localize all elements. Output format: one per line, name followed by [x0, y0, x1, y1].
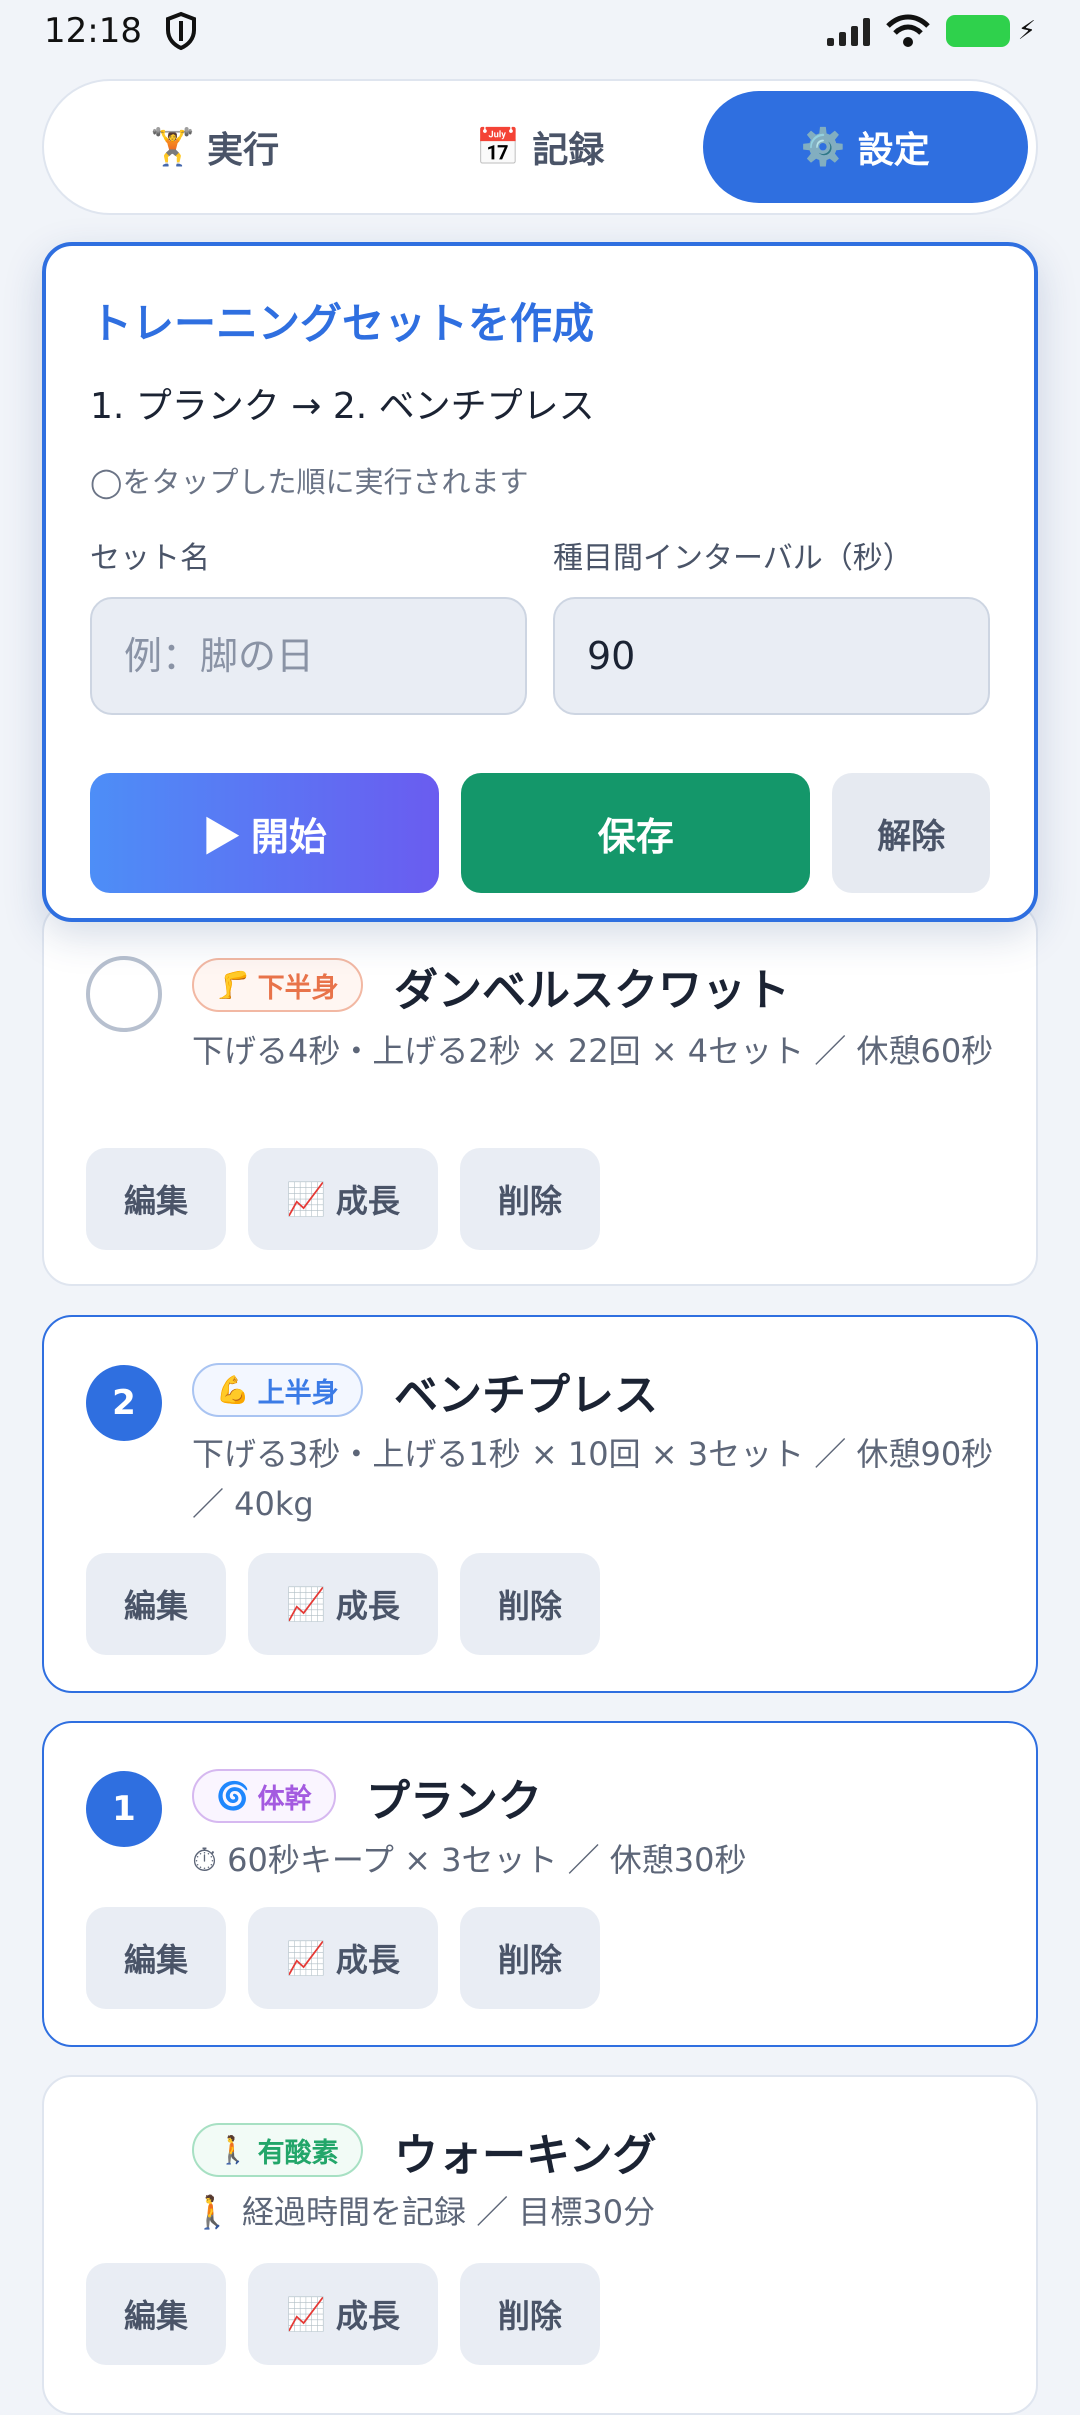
biceps-icon: 💪	[216, 1375, 250, 1406]
tab-settings[interactable]: ⚙️ 設定	[702, 91, 1028, 203]
edit-button[interactable]: 編集	[86, 1907, 227, 2009]
tab-run[interactable]: 🏋️ 実行	[52, 91, 377, 203]
exercise-description: 下げる4秒・上げる2秒 × 22回 × 4セット ／ 休憩60秒	[192, 1032, 994, 1070]
exercise-card: 1 🌀 体幹 プランク ⏱ 60秒キープ × 3セット ／ 休憩30秒 編集 📈…	[42, 1721, 1038, 2047]
growth-button[interactable]: 📈 成長	[248, 1148, 438, 1250]
order-number-circle[interactable]: 1	[86, 1771, 162, 1847]
selected-order: 1. プランク → 2. ベンチプレス	[90, 386, 595, 427]
clear-button[interactable]: 解除	[832, 773, 990, 893]
exercise-name: ベンチプレス	[394, 1370, 658, 1421]
walking-icon: 🚶	[216, 2135, 250, 2166]
interval-label: 種目間インターバル（秒）	[553, 541, 913, 576]
category-badge: 🦵 下半身	[192, 958, 363, 1012]
exercise-name: ウォーキング	[394, 2130, 657, 2181]
status-bar: 12:18 ⚡	[0, 0, 1080, 62]
chart-icon: 📈	[286, 1181, 326, 1217]
growth-label: 成長	[335, 1183, 400, 1219]
signal-icon	[826, 16, 870, 46]
category-badge: 🌀 体幹	[192, 1769, 336, 1823]
category-badge: 💪 上半身	[192, 1363, 363, 1417]
gear-icon: ⚙️	[800, 127, 846, 168]
category-badge: 🚶 有酸素	[192, 2123, 363, 2177]
exercise-card: 🦵 下半身 ダンベルスクワット 下げる4秒・上げる2秒 × 22回 × 4セット…	[42, 902, 1038, 1286]
category-label: 下半身	[257, 972, 339, 1004]
calendar-icon: 📅	[475, 127, 521, 168]
edit-button[interactable]: 編集	[86, 2263, 227, 2365]
order-number-circle[interactable]: 2	[86, 1365, 162, 1441]
exercise-card: 🚶 有酸素 ウォーキング 🚶 経過時間を記録 ／ 目標30分 編集 📈 成長 削除	[42, 2075, 1038, 2415]
save-button[interactable]: 保存	[461, 773, 811, 893]
set-creator-panel: トレーニングセットを作成 1. プランク → 2. ベンチプレス ◯をタップした…	[42, 242, 1038, 922]
growth-label: 成長	[335, 2298, 400, 2334]
growth-label: 成長	[335, 1942, 400, 1978]
creator-hint: ◯をタップした順に実行されます	[90, 465, 529, 499]
chart-icon: 📈	[286, 2296, 326, 2332]
tab-run-label: 実行	[207, 130, 280, 171]
exercise-description: 🚶 経過時間を記録 ／ 目標30分	[192, 2193, 656, 2231]
wifi-icon	[885, 14, 930, 47]
charging-icon: ⚡	[1017, 16, 1036, 46]
delete-button[interactable]: 削除	[459, 2263, 600, 2365]
exercise-name: ダンベルスクワット	[394, 965, 790, 1016]
battery-icon	[945, 15, 1010, 47]
shield-icon	[165, 11, 196, 51]
edit-button[interactable]: 編集	[86, 1553, 227, 1655]
exercise-card: 2 💪 上半身 ベンチプレス 下げる3秒・上げる1秒 × 10回 × 3セット …	[42, 1315, 1038, 1693]
category-label: 有酸素	[257, 2137, 339, 2169]
start-button[interactable]: ▶ 開始	[90, 773, 440, 893]
set-name-input[interactable]	[90, 597, 527, 715]
edit-button[interactable]: 編集	[86, 1148, 227, 1250]
chart-icon: 📈	[286, 1586, 326, 1622]
tab-history[interactable]: 📅 記録	[377, 91, 702, 203]
tab-settings-label: 設定	[857, 130, 930, 171]
delete-button[interactable]: 削除	[459, 1553, 600, 1655]
growth-label: 成長	[335, 1588, 400, 1624]
category-label: 上半身	[257, 1377, 339, 1409]
interval-input[interactable]	[553, 597, 990, 715]
exercise-description: 下げる3秒・上げる1秒 × 10回 × 3セット ／ 休憩90秒 ／ 40kg	[192, 1435, 994, 1523]
order-select-circle[interactable]	[86, 956, 162, 1032]
chart-icon: 📈	[286, 1940, 326, 1976]
delete-button[interactable]: 削除	[459, 1907, 600, 2009]
weightlifter-icon: 🏋️	[150, 127, 196, 168]
set-name-label: セット名	[90, 541, 210, 576]
status-time: 12:18	[44, 11, 142, 51]
leg-icon: 🦵	[216, 970, 250, 1001]
creator-title: トレーニングセットを作成	[90, 299, 595, 348]
category-label: 体幹	[257, 1783, 312, 1815]
growth-button[interactable]: 📈 成長	[248, 1553, 438, 1655]
growth-button[interactable]: 📈 成長	[248, 2263, 438, 2365]
exercise-description: ⏱ 60秒キープ × 3セット ／ 休憩30秒	[192, 1841, 747, 1879]
exercise-name: プランク	[366, 1776, 542, 1827]
tab-bar: 🏋️ 実行 📅 記録 ⚙️ 設定	[42, 79, 1038, 215]
tab-history-label: 記録	[532, 130, 605, 171]
cyclone-icon: 🌀	[216, 1781, 250, 1812]
growth-button[interactable]: 📈 成長	[248, 1907, 438, 2009]
delete-button[interactable]: 削除	[459, 1148, 600, 1250]
